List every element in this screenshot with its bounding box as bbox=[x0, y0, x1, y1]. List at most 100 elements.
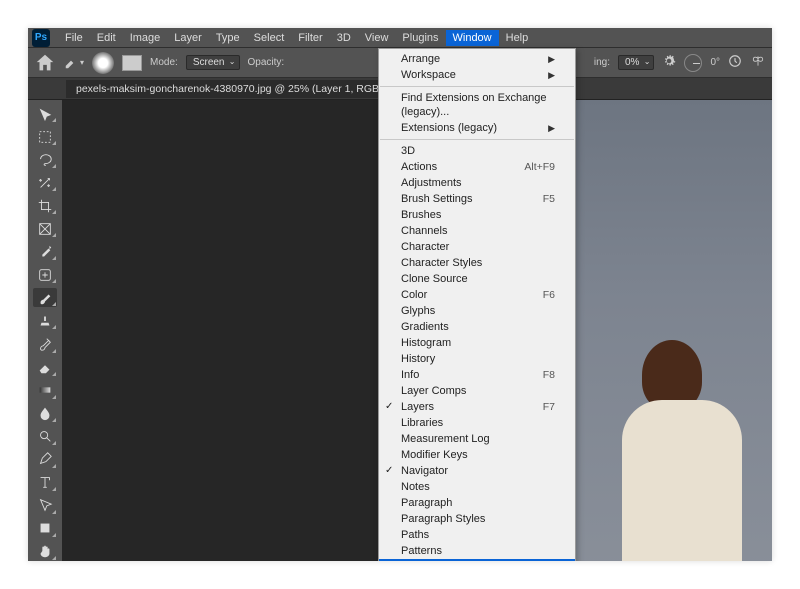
menu-file[interactable]: File bbox=[58, 30, 90, 46]
menu-item-navigator[interactable]: ✓ Navigator bbox=[379, 463, 575, 479]
menu-item-find-extensions-on-exchange-legacy[interactable]: Find Extensions on Exchange (legacy)... bbox=[379, 90, 575, 120]
menu-item-character[interactable]: Character bbox=[379, 239, 575, 255]
menu-separator bbox=[380, 86, 574, 87]
menu-item-adjustments[interactable]: Adjustments bbox=[379, 175, 575, 191]
menu-item-label: Modifier Keys bbox=[401, 448, 468, 462]
menu-item-label: Brushes bbox=[401, 208, 441, 222]
menu-view[interactable]: View bbox=[358, 30, 396, 46]
menu-item-label: Clone Source bbox=[401, 272, 468, 286]
eyedropper-tool[interactable] bbox=[33, 242, 57, 261]
menu-item-label: Navigator bbox=[401, 464, 448, 478]
menu-item-paths[interactable]: Paths bbox=[379, 527, 575, 543]
menu-item-layers[interactable]: ✓LayersF7 bbox=[379, 399, 575, 415]
menu-item-layer-comps[interactable]: Layer Comps bbox=[379, 383, 575, 399]
menu-item-actions[interactable]: Actions Alt+F9 bbox=[379, 159, 575, 175]
healing-brush-tool[interactable] bbox=[33, 265, 57, 284]
brush-size-icon[interactable] bbox=[92, 52, 114, 74]
history-brush-tool[interactable] bbox=[33, 334, 57, 353]
menu-item-label: Histogram bbox=[401, 336, 451, 350]
menu-type[interactable]: Type bbox=[209, 30, 247, 46]
smoothing-select[interactable]: 0% ⌄ bbox=[618, 55, 654, 70]
home-icon[interactable] bbox=[34, 52, 56, 74]
dodge-tool[interactable] bbox=[33, 427, 57, 446]
menu-layer[interactable]: Layer bbox=[167, 30, 209, 46]
type-tool[interactable] bbox=[33, 473, 57, 492]
shape-tool[interactable] bbox=[33, 519, 57, 538]
menu-item-glyphs[interactable]: Glyphs bbox=[379, 303, 575, 319]
menu-item-label: Brush Settings bbox=[401, 192, 473, 206]
menu-item-clone-source[interactable]: Clone Source bbox=[379, 271, 575, 287]
menu-item-brushes[interactable]: Brushes bbox=[379, 207, 575, 223]
menu-item-3d[interactable]: 3D bbox=[379, 143, 575, 159]
brush-preset-icon[interactable] bbox=[122, 55, 142, 71]
angle-dial-icon[interactable] bbox=[684, 54, 702, 72]
frame-tool[interactable] bbox=[33, 219, 57, 238]
document-tab[interactable]: pexels-maksim-goncharenok-4380970.jpg @ … bbox=[66, 80, 408, 98]
lasso-tool[interactable] bbox=[33, 150, 57, 169]
menu-item-color[interactable]: ColorF6 bbox=[379, 287, 575, 303]
menu-item-gradients[interactable]: Gradients bbox=[379, 319, 575, 335]
menu-item-label: Measurement Log bbox=[401, 432, 490, 446]
marquee-tool[interactable] bbox=[33, 127, 57, 146]
butterfly-icon[interactable] bbox=[750, 54, 766, 71]
menu-item-label: Notes bbox=[401, 480, 430, 494]
brush-preview-icon[interactable]: ▾ bbox=[64, 56, 84, 70]
mode-select[interactable]: Screen ⌄ bbox=[186, 55, 240, 70]
menu-item-paragraph-styles[interactable]: Paragraph Styles bbox=[379, 511, 575, 527]
menu-item-history[interactable]: History bbox=[379, 351, 575, 367]
menu-shortcut: F8 bbox=[543, 368, 555, 382]
menu-item-info[interactable]: InfoF8 bbox=[379, 367, 575, 383]
menu-image[interactable]: Image bbox=[123, 30, 168, 46]
menu-edit[interactable]: Edit bbox=[90, 30, 123, 46]
menu-help[interactable]: Help bbox=[499, 30, 536, 46]
eraser-tool[interactable] bbox=[33, 358, 57, 377]
menu-item-workspace[interactable]: Workspace▶ bbox=[379, 67, 575, 83]
crop-tool[interactable] bbox=[33, 196, 57, 215]
magic-wand-tool[interactable] bbox=[33, 173, 57, 192]
brush-tool[interactable] bbox=[33, 288, 57, 307]
menu-plugins[interactable]: Plugins bbox=[395, 30, 445, 46]
menu-item-measurement-log[interactable]: Measurement Log bbox=[379, 431, 575, 447]
smoothing-label: ing: bbox=[594, 57, 610, 68]
menu-item-libraries[interactable]: Libraries bbox=[379, 415, 575, 431]
toolbar bbox=[28, 100, 62, 561]
menu-item-label: Channels bbox=[401, 224, 447, 238]
menu-item-properties[interactable]: Properties bbox=[379, 559, 575, 561]
opacity-label: Opacity: bbox=[248, 57, 285, 68]
hand-tool[interactable] bbox=[33, 542, 57, 561]
mode-label: Mode: bbox=[150, 57, 178, 68]
menu-item-modifier-keys[interactable]: Modifier Keys bbox=[379, 447, 575, 463]
pen-tool[interactable] bbox=[33, 450, 57, 469]
menu-item-label: Patterns bbox=[401, 544, 442, 558]
menu-item-label: Layer Comps bbox=[401, 384, 466, 398]
angle-value: 0° bbox=[710, 57, 720, 68]
pressure-icon[interactable] bbox=[728, 54, 742, 71]
menu-filter[interactable]: Filter bbox=[291, 30, 329, 46]
menu-item-label: Actions bbox=[401, 160, 437, 174]
path-select-tool[interactable] bbox=[33, 496, 57, 515]
clone-stamp-tool[interactable] bbox=[33, 311, 57, 330]
menu-item-label: Properties bbox=[401, 560, 451, 561]
menu-item-brush-settings[interactable]: Brush Settings F5 bbox=[379, 191, 575, 207]
menu-item-character-styles[interactable]: Character Styles bbox=[379, 255, 575, 271]
menu-item-label: Gradients bbox=[401, 320, 449, 334]
menu-3d[interactable]: 3D bbox=[330, 30, 358, 46]
blur-tool[interactable] bbox=[33, 404, 57, 423]
menu-item-histogram[interactable]: Histogram bbox=[379, 335, 575, 351]
menu-item-notes[interactable]: Notes bbox=[379, 479, 575, 495]
gradient-tool[interactable] bbox=[33, 381, 57, 400]
menu-item-patterns[interactable]: Patterns bbox=[379, 543, 575, 559]
menu-window[interactable]: Window bbox=[446, 30, 499, 46]
menu-item-paragraph[interactable]: Paragraph bbox=[379, 495, 575, 511]
menu-item-label: 3D bbox=[401, 144, 415, 158]
menu-item-channels[interactable]: Channels bbox=[379, 223, 575, 239]
move-tool[interactable] bbox=[33, 104, 57, 123]
menu-item-extensions-legacy[interactable]: Extensions (legacy)▶ bbox=[379, 120, 575, 136]
menu-shortcut: Alt+F9 bbox=[524, 160, 555, 174]
menu-item-arrange[interactable]: Arrange▶ bbox=[379, 51, 575, 67]
menu-shortcut: F5 bbox=[543, 192, 555, 206]
check-icon: ✓ bbox=[385, 464, 393, 478]
gear-icon[interactable] bbox=[662, 54, 676, 71]
menu-item-label: Layers bbox=[401, 400, 434, 414]
menu-select[interactable]: Select bbox=[247, 30, 292, 46]
